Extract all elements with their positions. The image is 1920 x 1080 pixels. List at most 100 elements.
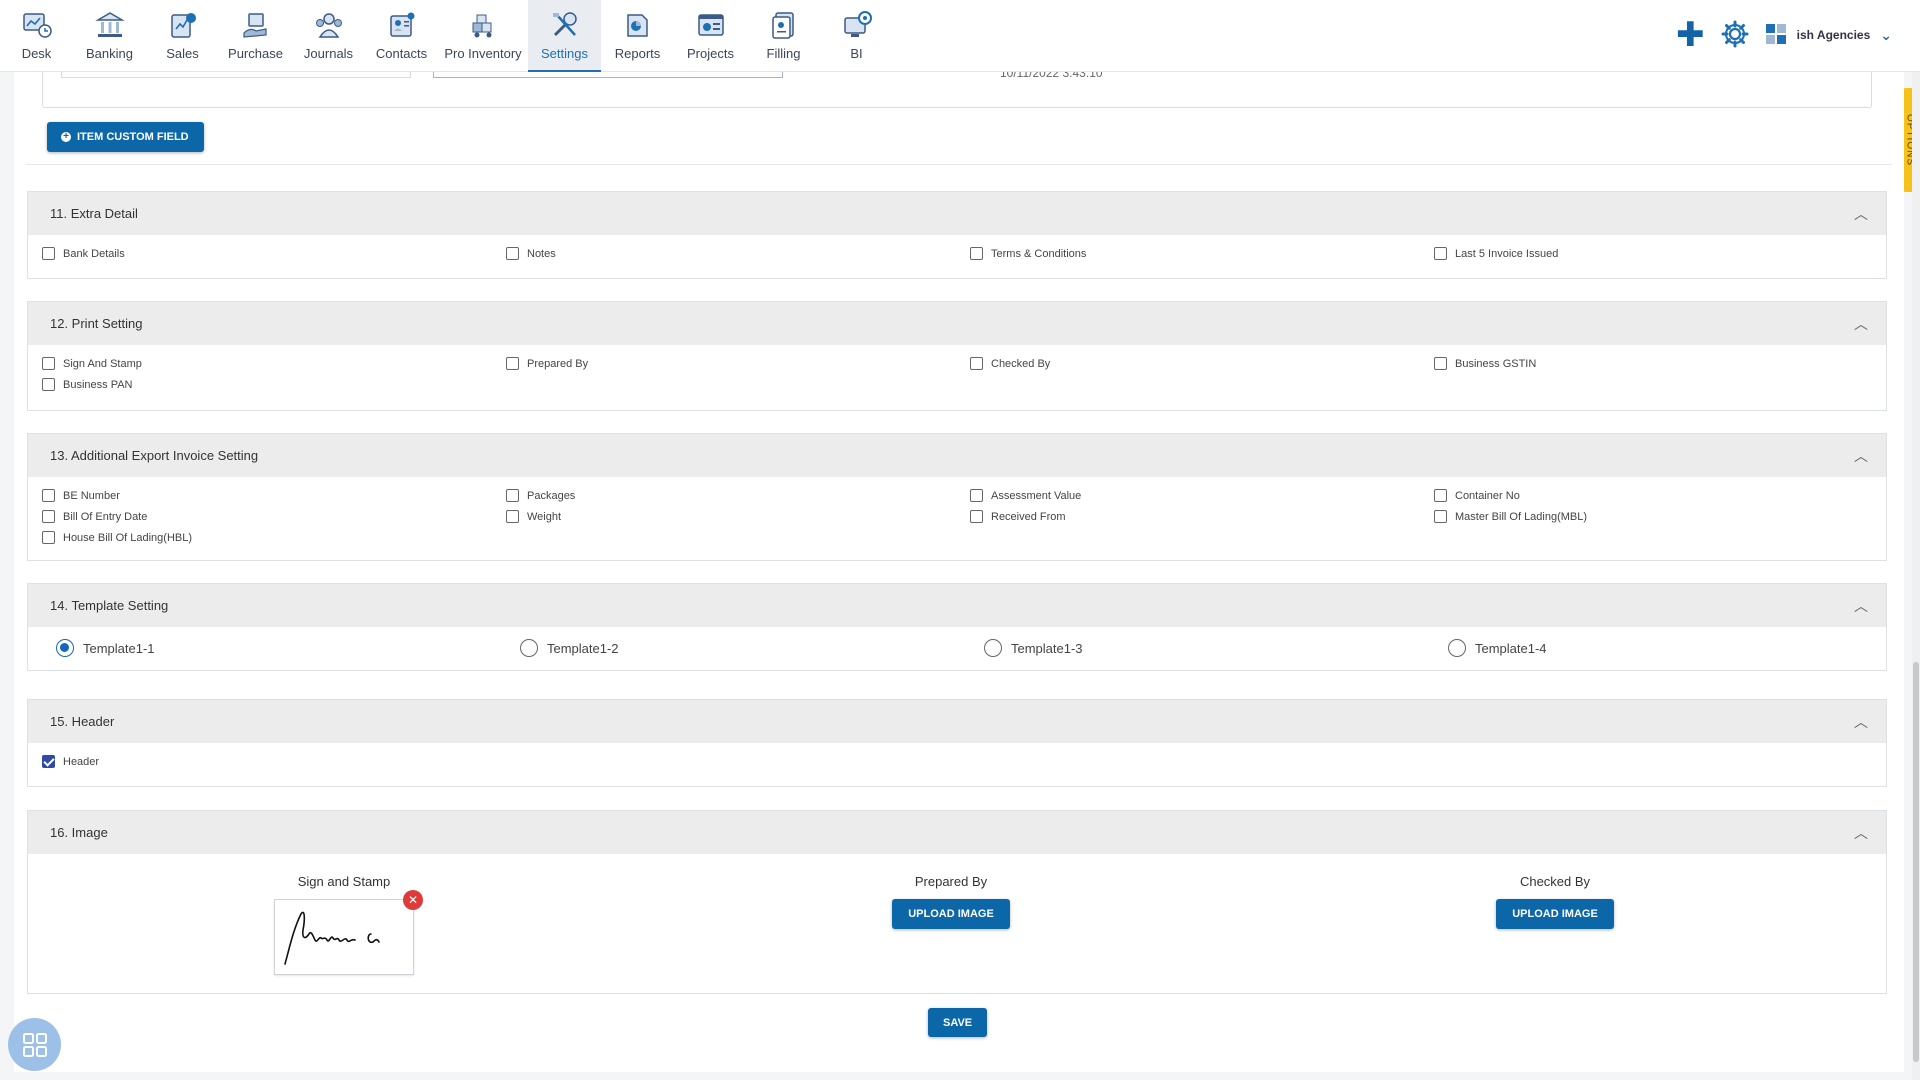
checkbox-box[interactable] [1434, 510, 1447, 523]
nav-item-contacts[interactable]: Contacts [365, 0, 438, 72]
nav-label: Sales [166, 46, 199, 61]
nav-item-purchase[interactable]: Purchase [219, 0, 292, 72]
nav-item-journals[interactable]: Journals [292, 0, 365, 72]
scrollbar-thumb[interactable] [1913, 662, 1919, 1062]
section-title: 15. Header [50, 714, 115, 729]
apps-grid-button[interactable] [8, 1018, 61, 1071]
checkbox-terms-conditions[interactable]: Terms & Conditions [970, 245, 1434, 262]
checkbox-box[interactable] [506, 489, 519, 502]
checkbox-box[interactable] [42, 531, 55, 544]
radio-template1-4[interactable]: Template1-4 [1448, 639, 1912, 657]
custom-field-input[interactable] [433, 72, 783, 78]
checkbox-box[interactable] [1434, 247, 1447, 260]
checkbox-checked-by[interactable]: Checked By [970, 355, 1434, 372]
section-header[interactable]: 12. Print Setting ︿ [28, 302, 1886, 345]
chevron-up-icon[interactable]: ︿ [1854, 317, 1868, 331]
chevron-up-icon[interactable]: ︿ [1854, 826, 1868, 840]
checkbox-received-from[interactable]: Received From [970, 508, 1434, 525]
nav-item-reports[interactable]: Reports [601, 0, 674, 72]
filling-icon [767, 8, 801, 42]
nav-item-settings[interactable]: Settings [528, 0, 601, 72]
remove-image-button[interactable]: ✕ [403, 890, 423, 910]
checkbox-box[interactable] [1434, 489, 1447, 502]
checkbox-box[interactable] [506, 247, 519, 260]
nav-item-desk[interactable]: Desk [0, 0, 73, 72]
checkbox-box[interactable] [42, 378, 55, 391]
checkbox-be-number[interactable]: BE Number [42, 487, 506, 504]
chevron-down-icon: ⌄ [1880, 26, 1892, 43]
checkbox-business-pan[interactable]: Business PAN [42, 376, 506, 393]
checkbox-prepared-by[interactable]: Prepared By [506, 355, 970, 372]
nav-item-bi[interactable]: BI [820, 0, 893, 72]
checkbox-box[interactable] [42, 755, 55, 768]
checkbox-box[interactable] [970, 357, 983, 370]
nav-item-projects[interactable]: Projects [674, 0, 747, 72]
checkbox-master-bill-of-lading[interactable]: Master Bill Of Lading(MBL) [1434, 508, 1898, 525]
checkbox-label: House Bill Of Lading(HBL) [63, 531, 193, 544]
custom-field-input[interactable] [61, 72, 411, 78]
checkbox-label: Checked By [991, 357, 1051, 370]
nav-label: Filling [766, 46, 801, 61]
checkbox-box[interactable] [1434, 357, 1447, 370]
checkbox-box[interactable] [970, 489, 983, 502]
checkbox-weight[interactable]: Weight [506, 508, 970, 525]
checkbox-sign-and-stamp[interactable]: Sign And Stamp [42, 355, 506, 372]
nav-label: Banking [86, 46, 133, 61]
checkbox-header[interactable]: Header [42, 753, 506, 770]
checkbox-packages[interactable]: Packages [506, 487, 970, 504]
plus-circle-icon: + [61, 132, 71, 142]
company-switcher[interactable]: ish Agencies ⌄ [1765, 23, 1892, 48]
checkbox-business-gstin[interactable]: Business GSTIN [1434, 355, 1898, 372]
section-header[interactable]: 13. Additional Export Invoice Setting ︿ [28, 434, 1886, 477]
chevron-up-icon[interactable]: ︿ [1854, 207, 1868, 221]
checkbox-label: Business PAN [63, 378, 133, 391]
section-title: 16. Image [50, 825, 108, 840]
checkbox-assessment-value[interactable]: Assessment Value [970, 487, 1434, 504]
checkbox-bill-of-entry-date[interactable]: Bill Of Entry Date [42, 508, 506, 525]
chevron-up-icon[interactable]: ︿ [1854, 449, 1868, 463]
checkbox-box[interactable] [42, 510, 55, 523]
checkbox-box[interactable] [970, 247, 983, 260]
checkbox-last-5-invoice[interactable]: Last 5 Invoice Issued [1434, 245, 1898, 262]
upload-prepared-by-button[interactable]: UPLOAD IMAGE [892, 899, 1010, 929]
checkbox-box[interactable] [42, 247, 55, 260]
checkbox-box[interactable] [42, 357, 55, 370]
chevron-up-icon[interactable]: ︿ [1854, 599, 1868, 613]
radio-circle[interactable] [1448, 639, 1466, 657]
section-header[interactable]: 11. Extra Detail ︿ [28, 192, 1886, 235]
nav-item-filling[interactable]: Filling [747, 0, 820, 72]
checkbox-label: Business GSTIN [1455, 357, 1537, 370]
add-new-button[interactable]: ✚ [1676, 18, 1705, 52]
radio-template1-1[interactable]: Template1-1 [56, 639, 520, 657]
checkbox-container-no[interactable]: Container No [1434, 487, 1898, 504]
checkbox-bank-details[interactable]: Bank Details [42, 245, 506, 262]
section-header[interactable]: 14. Template Setting ︿ [28, 584, 1886, 627]
checkbox-box[interactable] [970, 510, 983, 523]
section-header[interactable]: 15. Header ︿ [28, 700, 1886, 743]
checkbox-notes[interactable]: Notes [506, 245, 970, 262]
radio-label: Template1-4 [1475, 640, 1547, 656]
nav-item-banking[interactable]: Banking [73, 0, 146, 72]
gear-icon[interactable] [1721, 20, 1749, 51]
radio-template1-3[interactable]: Template1-3 [984, 639, 1448, 657]
checkbox-box[interactable] [506, 510, 519, 523]
item-custom-field-button[interactable]: + ITEM CUSTOM FIELD [47, 122, 204, 152]
section-header[interactable]: 16. Image ︿ [28, 811, 1886, 854]
nav-item-pro-inventory[interactable]: Pro Inventory [438, 0, 528, 72]
checkbox-label: BE Number [63, 489, 120, 502]
projects-icon [694, 8, 728, 42]
radio-circle[interactable] [520, 639, 538, 657]
checkbox-box[interactable] [506, 357, 519, 370]
chevron-up-icon[interactable]: ︿ [1854, 715, 1868, 729]
nav-item-sales[interactable]: Sales [146, 0, 219, 72]
upload-checked-by-button[interactable]: UPLOAD IMAGE [1496, 899, 1614, 929]
page-scrollbar[interactable] [1912, 72, 1920, 1080]
image-body: Sign and Stamp ✕ Prepared By UPLOAD IMAG… [28, 854, 1886, 994]
radio-template1-2[interactable]: Template1-2 [520, 639, 984, 657]
radio-circle[interactable] [984, 639, 1002, 657]
checkbox-house-bill-of-lading[interactable]: House Bill Of Lading(HBL) [42, 529, 506, 546]
save-button[interactable]: SAVE [928, 1008, 988, 1037]
radio-circle[interactable] [56, 639, 74, 657]
checkbox-box[interactable] [42, 489, 55, 502]
main-content: 10/11/2022 3:43:10 + ITEM CUSTOM FIELD 1… [14, 66, 1904, 1072]
